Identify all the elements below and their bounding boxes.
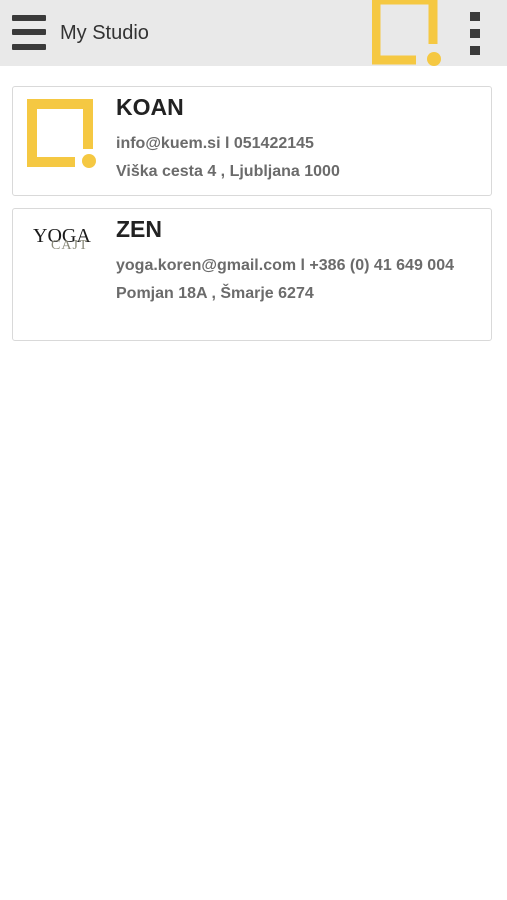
studio-info: KOAN info@kuem.si l 051422145 Viška cest… bbox=[116, 93, 476, 183]
koan-logo-icon bbox=[27, 99, 97, 171]
studio-logo-icon bbox=[372, 0, 441, 66]
studio-contact: info@kuem.si l 051422145 bbox=[116, 135, 314, 152]
app-bar: My Studio bbox=[0, 0, 507, 66]
logo-text-cajt: CAJT bbox=[51, 238, 89, 253]
studio-name: ZEN bbox=[116, 216, 162, 242]
studio-name: KOAN bbox=[116, 94, 184, 120]
yoga-cajt-logo: YOGA CAJT bbox=[31, 225, 97, 265]
studio-address: Pomjan 18A , Šmarje 6274 bbox=[116, 285, 314, 302]
app-title: My Studio bbox=[60, 22, 149, 44]
studio-card-zen[interactable]: YOGA CAJT ZEN yoga.koren@gmail.com l +38… bbox=[12, 208, 492, 341]
studio-info: ZEN yoga.koren@gmail.com l +386 (0) 41 6… bbox=[116, 215, 476, 305]
studio-contact: yoga.koren@gmail.com l +386 (0) 41 649 0… bbox=[116, 257, 454, 274]
hamburger-menu-icon[interactable] bbox=[12, 15, 46, 51]
studio-address: Viška cesta 4 , Ljubljana 1000 bbox=[116, 163, 340, 180]
studio-card-koan[interactable]: KOAN info@kuem.si l 051422145 Viška cest… bbox=[12, 86, 492, 196]
vertical-dots-icon[interactable] bbox=[468, 12, 482, 56]
